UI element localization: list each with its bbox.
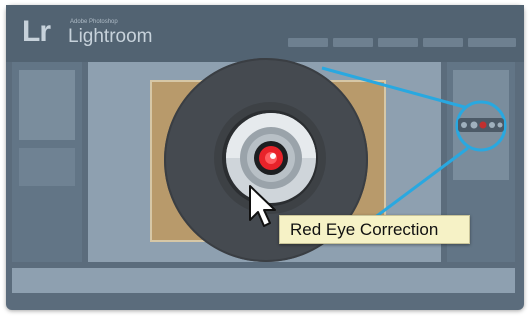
tool-highlight[interactable] [455, 100, 507, 152]
callout-overlay [164, 58, 507, 262]
red-eye-tooltip: Red Eye Correction [279, 215, 470, 244]
